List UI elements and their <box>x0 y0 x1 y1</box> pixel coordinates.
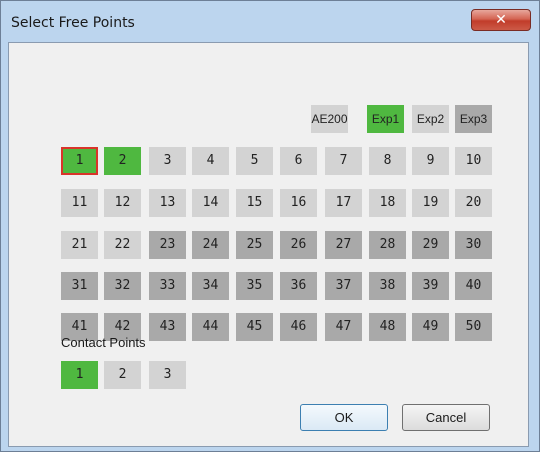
free-point-20[interactable]: 20 <box>455 189 492 217</box>
free-point-19[interactable]: 19 <box>412 189 449 217</box>
free-point-2[interactable]: 2 <box>104 147 141 175</box>
free-point-12[interactable]: 12 <box>104 189 141 217</box>
free-point-48[interactable]: 48 <box>369 313 406 341</box>
free-point-49[interactable]: 49 <box>412 313 449 341</box>
dialog-body: AE200 Exp1 Exp2 Exp3 1 2 3 4 5 6 7 8 9 10 11 12 13 14… <box>8 42 529 447</box>
free-point-6[interactable]: 6 <box>280 147 317 175</box>
free-point-9[interactable]: 9 <box>412 147 449 175</box>
expansion-tab-ae200[interactable]: AE200 <box>311 105 348 133</box>
free-point-43[interactable]: 43 <box>149 313 186 341</box>
expansion-tab-exp2[interactable]: Exp2 <box>412 105 449 133</box>
free-point-14[interactable]: 14 <box>192 189 229 217</box>
free-point-16[interactable]: 16 <box>280 189 317 217</box>
free-point-37[interactable]: 37 <box>325 272 362 300</box>
free-point-30[interactable]: 30 <box>455 231 492 259</box>
free-point-47[interactable]: 47 <box>325 313 362 341</box>
expansion-tab-exp3[interactable]: Exp3 <box>455 105 492 133</box>
dialog-window: Select Free Points ✕ AE200 Exp1 Exp2 Exp… <box>0 0 540 452</box>
free-point-7[interactable]: 7 <box>325 147 362 175</box>
free-point-4[interactable]: 4 <box>192 147 229 175</box>
free-point-35[interactable]: 35 <box>236 272 273 300</box>
free-point-15[interactable]: 15 <box>236 189 273 217</box>
ok-button[interactable]: OK <box>300 404 388 431</box>
free-point-10[interactable]: 10 <box>455 147 492 175</box>
free-point-36[interactable]: 36 <box>280 272 317 300</box>
close-button[interactable]: ✕ <box>471 9 531 31</box>
free-point-13[interactable]: 13 <box>149 189 186 217</box>
free-point-21[interactable]: 21 <box>61 231 98 259</box>
free-point-27[interactable]: 27 <box>325 231 362 259</box>
expansion-tab-exp1[interactable]: Exp1 <box>367 105 404 133</box>
free-point-8[interactable]: 8 <box>369 147 406 175</box>
free-point-23[interactable]: 23 <box>149 231 186 259</box>
contact-points-label: Contact Points <box>61 335 146 350</box>
contact-point-2[interactable]: 2 <box>104 361 141 389</box>
free-point-3[interactable]: 3 <box>149 147 186 175</box>
free-point-11[interactable]: 11 <box>61 189 98 217</box>
contact-point-1[interactable]: 1 <box>61 361 98 389</box>
free-point-5[interactable]: 5 <box>236 147 273 175</box>
free-point-29[interactable]: 29 <box>412 231 449 259</box>
free-point-33[interactable]: 33 <box>149 272 186 300</box>
dialog-title: Select Free Points <box>11 15 135 31</box>
free-point-45[interactable]: 45 <box>236 313 273 341</box>
free-point-24[interactable]: 24 <box>192 231 229 259</box>
free-point-18[interactable]: 18 <box>369 189 406 217</box>
free-point-34[interactable]: 34 <box>192 272 229 300</box>
free-point-46[interactable]: 46 <box>280 313 317 341</box>
free-point-31[interactable]: 31 <box>61 272 98 300</box>
free-point-26[interactable]: 26 <box>280 231 317 259</box>
cancel-button[interactable]: Cancel <box>402 404 490 431</box>
free-point-40[interactable]: 40 <box>455 272 492 300</box>
free-point-39[interactable]: 39 <box>412 272 449 300</box>
contact-point-3[interactable]: 3 <box>149 361 186 389</box>
free-point-38[interactable]: 38 <box>369 272 406 300</box>
free-point-44[interactable]: 44 <box>192 313 229 341</box>
free-point-25[interactable]: 25 <box>236 231 273 259</box>
free-point-50[interactable]: 50 <box>455 313 492 341</box>
free-point-28[interactable]: 28 <box>369 231 406 259</box>
free-point-1[interactable]: 1 <box>61 147 98 175</box>
free-point-17[interactable]: 17 <box>325 189 362 217</box>
free-point-32[interactable]: 32 <box>104 272 141 300</box>
free-point-22[interactable]: 22 <box>104 231 141 259</box>
